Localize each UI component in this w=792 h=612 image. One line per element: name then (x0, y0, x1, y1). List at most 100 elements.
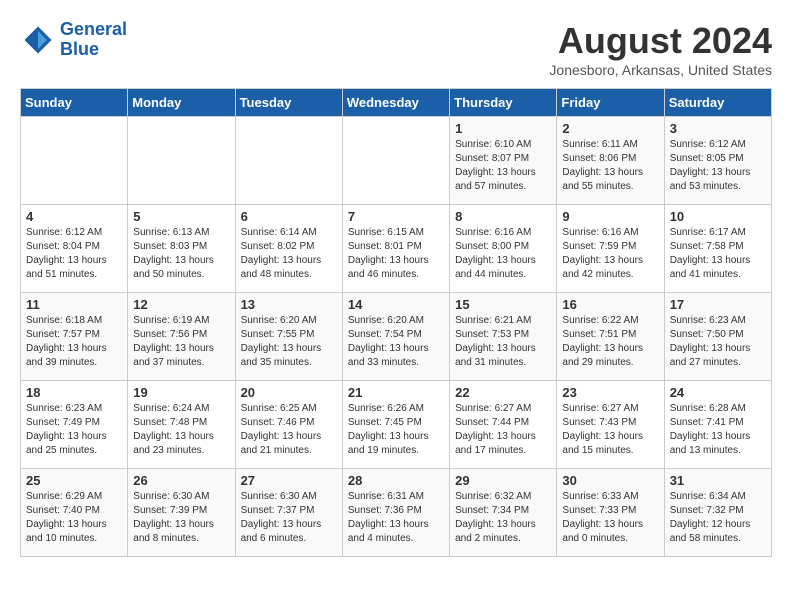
daylight-label: Daylight: 13 hours and 2 minutes. (455, 519, 536, 544)
day-info: Sunrise: 6:10 AM Sunset: 8:07 PM Dayligh… (455, 138, 551, 194)
sunset-label: Sunset: 8:05 PM (670, 153, 744, 164)
weekday-header: Sunday (21, 89, 128, 117)
calendar-cell: 27 Sunrise: 6:30 AM Sunset: 7:37 PM Dayl… (235, 469, 342, 557)
day-info: Sunrise: 6:20 AM Sunset: 7:54 PM Dayligh… (348, 314, 444, 370)
calendar-cell: 11 Sunrise: 6:18 AM Sunset: 7:57 PM Dayl… (21, 293, 128, 381)
calendar-week-row: 11 Sunrise: 6:18 AM Sunset: 7:57 PM Dayl… (21, 293, 772, 381)
weekday-header: Saturday (664, 89, 771, 117)
daylight-label: Daylight: 13 hours and 41 minutes. (670, 255, 751, 280)
sunrise-label: Sunrise: 6:26 AM (348, 403, 424, 414)
sunset-label: Sunset: 7:36 PM (348, 505, 422, 516)
day-info: Sunrise: 6:13 AM Sunset: 8:03 PM Dayligh… (133, 226, 229, 282)
day-number: 21 (348, 385, 444, 400)
calendar-cell: 19 Sunrise: 6:24 AM Sunset: 7:48 PM Dayl… (128, 381, 235, 469)
calendar-cell: 2 Sunrise: 6:11 AM Sunset: 8:06 PM Dayli… (557, 117, 664, 205)
sunrise-label: Sunrise: 6:21 AM (455, 315, 531, 326)
day-info: Sunrise: 6:16 AM Sunset: 8:00 PM Dayligh… (455, 226, 551, 282)
daylight-label: Daylight: 13 hours and 25 minutes. (26, 431, 107, 456)
calendar-week-row: 18 Sunrise: 6:23 AM Sunset: 7:49 PM Dayl… (21, 381, 772, 469)
calendar-cell: 8 Sunrise: 6:16 AM Sunset: 8:00 PM Dayli… (450, 205, 557, 293)
calendar-cell: 1 Sunrise: 6:10 AM Sunset: 8:07 PM Dayli… (450, 117, 557, 205)
day-number: 7 (348, 209, 444, 224)
sunset-label: Sunset: 7:40 PM (26, 505, 100, 516)
day-number: 2 (562, 121, 658, 136)
daylight-label: Daylight: 13 hours and 35 minutes. (241, 343, 322, 368)
logo-icon (20, 22, 56, 58)
calendar-cell: 5 Sunrise: 6:13 AM Sunset: 8:03 PM Dayli… (128, 205, 235, 293)
daylight-label: Daylight: 13 hours and 23 minutes. (133, 431, 214, 456)
day-number: 28 (348, 473, 444, 488)
day-number: 27 (241, 473, 337, 488)
day-number: 8 (455, 209, 551, 224)
day-info: Sunrise: 6:27 AM Sunset: 7:43 PM Dayligh… (562, 402, 658, 458)
day-number: 14 (348, 297, 444, 312)
sunrise-label: Sunrise: 6:27 AM (455, 403, 531, 414)
daylight-label: Daylight: 13 hours and 19 minutes. (348, 431, 429, 456)
daylight-label: Daylight: 13 hours and 53 minutes. (670, 167, 751, 192)
sunrise-label: Sunrise: 6:32 AM (455, 491, 531, 502)
calendar-cell: 10 Sunrise: 6:17 AM Sunset: 7:58 PM Dayl… (664, 205, 771, 293)
daylight-label: Daylight: 13 hours and 55 minutes. (562, 167, 643, 192)
sunset-label: Sunset: 8:04 PM (26, 241, 100, 252)
daylight-label: Daylight: 13 hours and 39 minutes. (26, 343, 107, 368)
logo: General Blue (20, 20, 127, 60)
day-number: 24 (670, 385, 766, 400)
day-info: Sunrise: 6:26 AM Sunset: 7:45 PM Dayligh… (348, 402, 444, 458)
day-info: Sunrise: 6:12 AM Sunset: 8:05 PM Dayligh… (670, 138, 766, 194)
sunset-label: Sunset: 7:41 PM (670, 417, 744, 428)
calendar-cell: 3 Sunrise: 6:12 AM Sunset: 8:05 PM Dayli… (664, 117, 771, 205)
day-info: Sunrise: 6:20 AM Sunset: 7:55 PM Dayligh… (241, 314, 337, 370)
calendar-cell: 24 Sunrise: 6:28 AM Sunset: 7:41 PM Dayl… (664, 381, 771, 469)
daylight-label: Daylight: 13 hours and 46 minutes. (348, 255, 429, 280)
calendar-cell (21, 117, 128, 205)
day-info: Sunrise: 6:17 AM Sunset: 7:58 PM Dayligh… (670, 226, 766, 282)
sunrise-label: Sunrise: 6:19 AM (133, 315, 209, 326)
sunset-label: Sunset: 7:50 PM (670, 329, 744, 340)
calendar-week-row: 25 Sunrise: 6:29 AM Sunset: 7:40 PM Dayl… (21, 469, 772, 557)
sunrise-label: Sunrise: 6:25 AM (241, 403, 317, 414)
sunrise-label: Sunrise: 6:23 AM (26, 403, 102, 414)
calendar-cell: 25 Sunrise: 6:29 AM Sunset: 7:40 PM Dayl… (21, 469, 128, 557)
day-number: 25 (26, 473, 122, 488)
sunrise-label: Sunrise: 6:30 AM (241, 491, 317, 502)
daylight-label: Daylight: 13 hours and 15 minutes. (562, 431, 643, 456)
sunset-label: Sunset: 7:45 PM (348, 417, 422, 428)
daylight-label: Daylight: 13 hours and 44 minutes. (455, 255, 536, 280)
sunset-label: Sunset: 8:06 PM (562, 153, 636, 164)
daylight-label: Daylight: 13 hours and 0 minutes. (562, 519, 643, 544)
sunset-label: Sunset: 7:37 PM (241, 505, 315, 516)
sunset-label: Sunset: 7:49 PM (26, 417, 100, 428)
day-number: 12 (133, 297, 229, 312)
sunrise-label: Sunrise: 6:33 AM (562, 491, 638, 502)
sunset-label: Sunset: 7:43 PM (562, 417, 636, 428)
daylight-label: Daylight: 13 hours and 57 minutes. (455, 167, 536, 192)
day-number: 23 (562, 385, 658, 400)
logo-line2: Blue (60, 39, 99, 59)
sunrise-label: Sunrise: 6:10 AM (455, 139, 531, 150)
day-number: 13 (241, 297, 337, 312)
daylight-label: Daylight: 13 hours and 42 minutes. (562, 255, 643, 280)
calendar-table: SundayMondayTuesdayWednesdayThursdayFrid… (20, 88, 772, 557)
sunrise-label: Sunrise: 6:16 AM (455, 227, 531, 238)
day-number: 29 (455, 473, 551, 488)
day-info: Sunrise: 6:22 AM Sunset: 7:51 PM Dayligh… (562, 314, 658, 370)
daylight-label: Daylight: 13 hours and 37 minutes. (133, 343, 214, 368)
sunset-label: Sunset: 8:02 PM (241, 241, 315, 252)
calendar-cell: 29 Sunrise: 6:32 AM Sunset: 7:34 PM Dayl… (450, 469, 557, 557)
day-info: Sunrise: 6:25 AM Sunset: 7:46 PM Dayligh… (241, 402, 337, 458)
daylight-label: Daylight: 13 hours and 6 minutes. (241, 519, 322, 544)
day-info: Sunrise: 6:31 AM Sunset: 7:36 PM Dayligh… (348, 490, 444, 546)
calendar-cell: 7 Sunrise: 6:15 AM Sunset: 8:01 PM Dayli… (342, 205, 449, 293)
sunrise-label: Sunrise: 6:22 AM (562, 315, 638, 326)
sunrise-label: Sunrise: 6:34 AM (670, 491, 746, 502)
daylight-label: Daylight: 13 hours and 4 minutes. (348, 519, 429, 544)
day-info: Sunrise: 6:24 AM Sunset: 7:48 PM Dayligh… (133, 402, 229, 458)
day-info: Sunrise: 6:23 AM Sunset: 7:50 PM Dayligh… (670, 314, 766, 370)
daylight-label: Daylight: 13 hours and 31 minutes. (455, 343, 536, 368)
page-header: General Blue August 2024 Jonesboro, Arka… (20, 20, 772, 78)
daylight-label: Daylight: 13 hours and 33 minutes. (348, 343, 429, 368)
calendar-cell (342, 117, 449, 205)
day-info: Sunrise: 6:11 AM Sunset: 8:06 PM Dayligh… (562, 138, 658, 194)
calendar-cell: 4 Sunrise: 6:12 AM Sunset: 8:04 PM Dayli… (21, 205, 128, 293)
logo-line1: General (60, 19, 127, 39)
